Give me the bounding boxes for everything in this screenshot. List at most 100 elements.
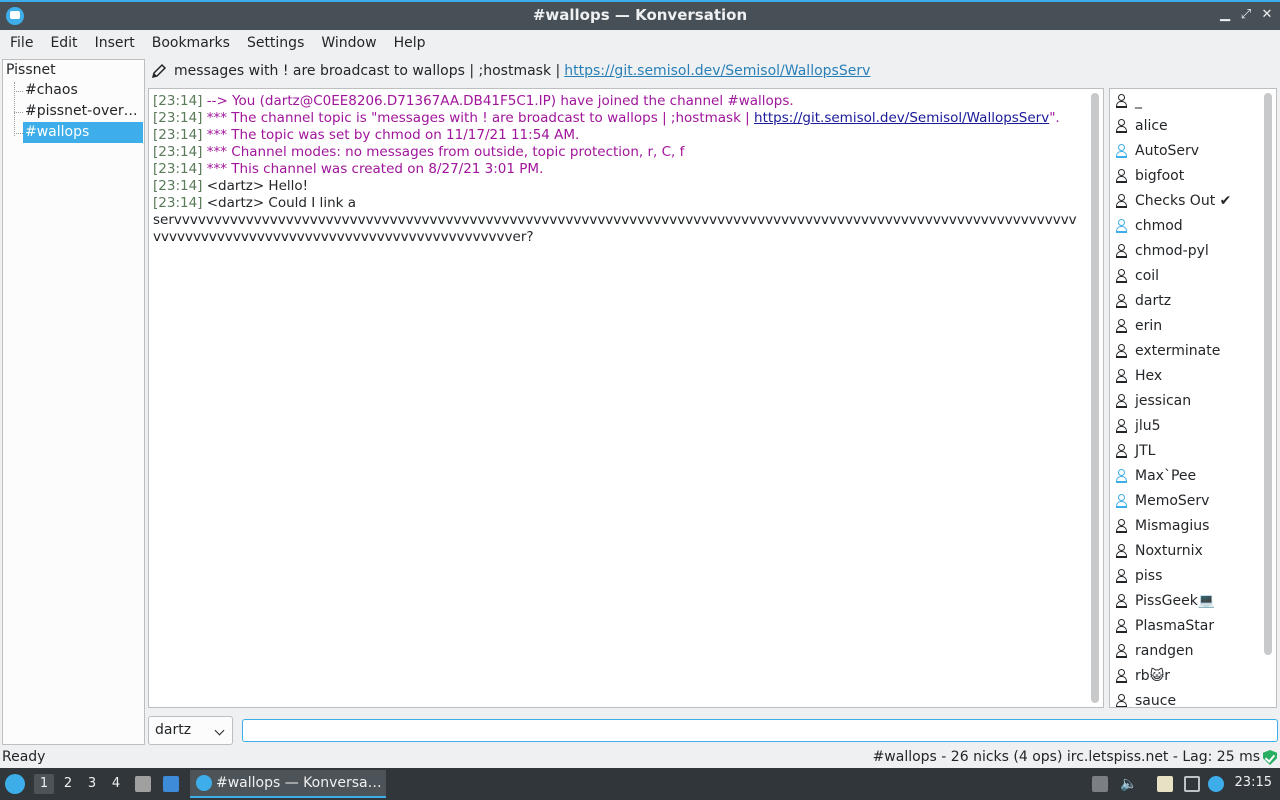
nick-name: coil xyxy=(1135,268,1160,284)
operator-person-icon xyxy=(1116,219,1127,233)
person-icon xyxy=(1116,169,1127,183)
clipboard-icon[interactable] xyxy=(1092,776,1108,792)
chat-line: [23:14] *** The topic was set by chmod o… xyxy=(153,127,1081,144)
title-bar[interactable]: #wallops — Konversation ▁ ⤢ ✕ xyxy=(0,0,1280,30)
nick-item[interactable]: bigfoot xyxy=(1116,164,1184,189)
notifications-icon[interactable] xyxy=(1208,776,1224,792)
message-text: <dartz> Hello! xyxy=(206,178,309,194)
nick-item[interactable]: Checks Out ✔ xyxy=(1116,189,1231,214)
nick-item[interactable]: AutoServ xyxy=(1116,139,1199,164)
nick-name: exterminate xyxy=(1135,343,1221,359)
chat-view[interactable]: [23:14] --> You (dartz@C0EE8206.D71367AA… xyxy=(148,88,1104,708)
tree-guide-line xyxy=(14,112,23,113)
menu-settings[interactable]: Settings xyxy=(240,30,311,56)
desktop-4[interactable]: 4 xyxy=(106,774,126,794)
operator-person-icon xyxy=(1116,469,1127,483)
channel-item-pissnet-overview[interactable]: #pissnet-over… xyxy=(23,101,143,122)
nick-list-scrollbar[interactable] xyxy=(1264,93,1272,655)
person-icon xyxy=(1116,194,1127,208)
volume-icon[interactable]: 🔈 xyxy=(1120,776,1137,792)
timestamp: [23:14] xyxy=(153,110,203,126)
topic-text: messages with ! are broadcast to wallops… xyxy=(174,63,561,79)
nick-item[interactable]: PlasmaStar xyxy=(1116,614,1214,639)
nick-name: chmod xyxy=(1135,218,1183,234)
application-launcher-icon[interactable] xyxy=(5,774,25,794)
nick-item[interactable]: MemoServ xyxy=(1116,489,1209,514)
nick-name: bigfoot xyxy=(1135,168,1185,184)
menu-insert[interactable]: Insert xyxy=(88,30,142,56)
nick-item[interactable]: alice xyxy=(1116,114,1168,139)
network-icon[interactable] xyxy=(1184,776,1200,792)
channel-item-chaos[interactable]: #chaos xyxy=(23,80,143,101)
nick-item[interactable]: _ xyxy=(1116,89,1142,114)
timestamp: [23:14] xyxy=(153,161,203,177)
nick-item[interactable]: Mismagius xyxy=(1116,514,1209,539)
show-desktop-icon[interactable] xyxy=(163,776,179,792)
desktop-1[interactable]: 1 xyxy=(34,774,54,794)
nick-name: AutoServ xyxy=(1135,143,1200,159)
nick-item[interactable]: rb😺r xyxy=(1116,664,1170,689)
topic-bar: messages with ! are broadcast to wallops… xyxy=(150,60,870,82)
nick-name: Mismagius xyxy=(1135,518,1210,534)
nick-item[interactable]: chmod-pyl xyxy=(1116,239,1209,264)
person-icon xyxy=(1116,644,1127,658)
nick-item[interactable]: sauce xyxy=(1116,689,1176,707)
desktop-3[interactable]: 3 xyxy=(82,774,102,794)
operator-person-icon xyxy=(1116,144,1127,158)
nick-item[interactable]: piss xyxy=(1116,564,1162,589)
nick-name: _ xyxy=(1135,93,1142,109)
desktop-2[interactable]: 2 xyxy=(58,774,78,794)
message-suffix: ". xyxy=(1049,110,1060,126)
minimize-icon[interactable]: ▁ xyxy=(1216,6,1234,24)
message-text: --> You (dartz@C0EE8206.D71367AA.DB41F5C… xyxy=(206,93,794,109)
nick-name: PlasmaStar xyxy=(1135,618,1215,634)
person-icon xyxy=(1116,444,1127,458)
nick-item[interactable]: chmod xyxy=(1116,214,1183,239)
message-input[interactable] xyxy=(242,719,1278,742)
menu-file[interactable]: File xyxy=(3,30,40,56)
task-konversation[interactable]: #wallops — Konversa… xyxy=(190,770,386,798)
menu-window[interactable]: Window xyxy=(314,30,383,56)
restore-icon[interactable]: ⤢ xyxy=(1237,6,1255,24)
server-item-pissnet[interactable]: Pissnet xyxy=(6,62,56,78)
nick-item[interactable]: Noxturnix xyxy=(1116,539,1203,564)
nickname-value: dartz xyxy=(155,722,192,738)
menu-edit[interactable]: Edit xyxy=(43,30,84,56)
menu-bookmarks[interactable]: Bookmarks xyxy=(145,30,237,56)
person-icon xyxy=(1116,294,1127,308)
topic-link[interactable]: https://git.semisol.dev/Semisol/WallopsS… xyxy=(564,63,870,79)
message-text: <dartz> Could I link a xyxy=(206,195,357,211)
ssl-shield-icon[interactable] xyxy=(1263,750,1277,765)
menu-help[interactable]: Help xyxy=(387,30,433,56)
chat-line: [23:14] --> You (dartz@C0EE8206.D71367AA… xyxy=(153,93,1081,110)
pencil-icon[interactable] xyxy=(150,62,168,80)
clock: 23:15 xyxy=(1234,775,1272,790)
file-manager-icon[interactable] xyxy=(135,776,151,792)
nick-item[interactable]: exterminate xyxy=(1116,339,1220,364)
nick-item[interactable]: dartz xyxy=(1116,289,1171,314)
nick-item[interactable]: PissGeek💻 xyxy=(1116,589,1215,614)
channel-item-wallops[interactable]: #wallops xyxy=(23,122,143,143)
nick-name: rb😺r xyxy=(1135,668,1170,684)
nick-name: Noxturnix xyxy=(1135,543,1203,559)
nick-item[interactable]: randgen xyxy=(1116,639,1193,664)
nick-name: chmod-pyl xyxy=(1135,243,1209,259)
person-icon xyxy=(1116,319,1127,333)
nick-item[interactable]: erin xyxy=(1116,314,1162,339)
tree-guide-line xyxy=(14,133,23,134)
nick-item[interactable]: jlu5 xyxy=(1116,414,1161,439)
nick-item[interactable]: Hex xyxy=(1116,364,1162,389)
message-link[interactable]: https://git.semisol.dev/Semisol/WallopsS… xyxy=(754,110,1049,126)
nick-item[interactable]: coil xyxy=(1116,264,1159,289)
nick-item[interactable]: Max`Pee xyxy=(1116,464,1196,489)
person-icon xyxy=(1116,544,1127,558)
nick-item[interactable]: JTL xyxy=(1116,439,1155,464)
nick-item[interactable]: jessican xyxy=(1116,389,1191,414)
message-text: *** Channel modes: no messages from outs… xyxy=(206,144,685,160)
nickname-selector[interactable]: dartz xyxy=(148,716,233,745)
close-icon[interactable]: ✕ xyxy=(1258,6,1276,24)
notes-icon[interactable] xyxy=(1157,776,1173,792)
chat-scrollbar[interactable] xyxy=(1091,93,1099,703)
chat-line: [23:14] *** This channel was created on … xyxy=(153,161,1081,178)
timestamp: [23:14] xyxy=(153,144,203,160)
